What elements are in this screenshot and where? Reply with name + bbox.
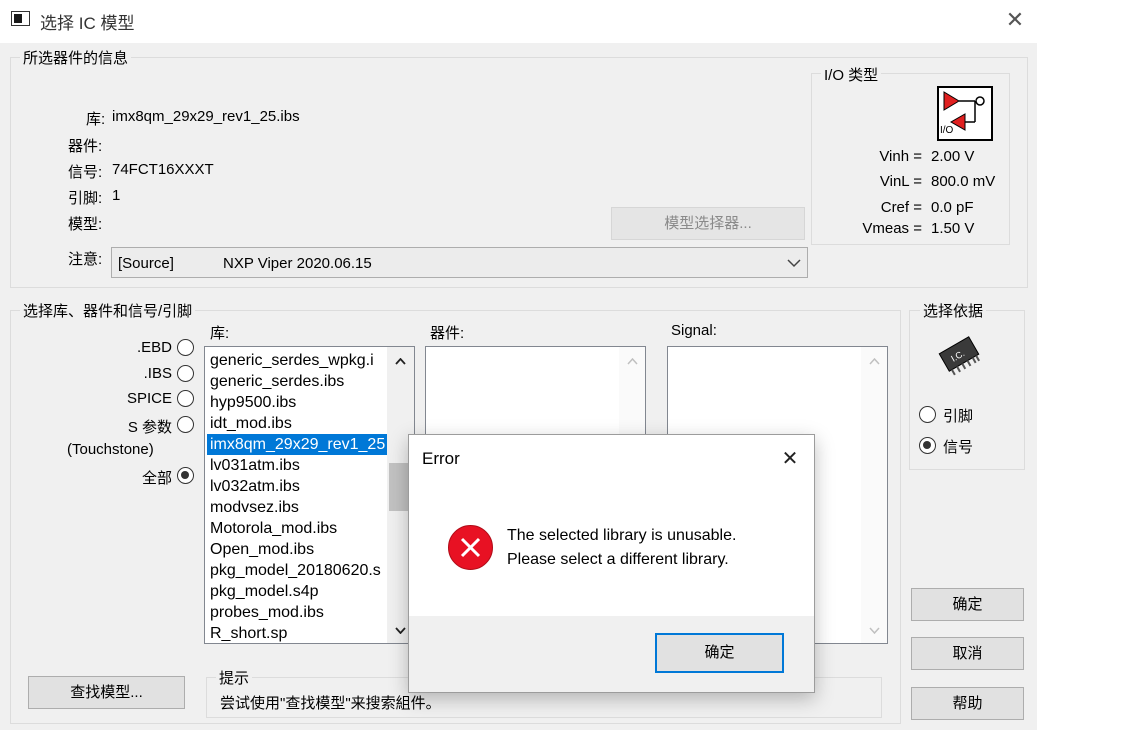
io-icon-label: I/O [940, 125, 954, 136]
list-item[interactable]: probes_mod.ibs [210, 602, 324, 623]
ok-button[interactable]: 确定 [911, 588, 1024, 621]
note-label: 注意: [68, 251, 103, 268]
device-label: 器件: [68, 138, 103, 155]
find-model-button[interactable]: 查找模型... [28, 676, 185, 709]
signal-scrollbar [861, 347, 887, 643]
pin-value: 1 [112, 187, 121, 204]
ic-chip-icon: I.C. [934, 329, 984, 379]
help-button[interactable]: 帮助 [911, 687, 1024, 720]
error-message-line2: Please select a different library. [507, 551, 729, 568]
cref-label: Cref = [880, 199, 922, 216]
select-library-legend: 选择库、器件和信号/引脚 [20, 300, 196, 321]
list-item[interactable]: modvsez.ibs [210, 497, 299, 518]
vinl-label: VinL = [879, 173, 922, 190]
library-list-header: 库: [210, 325, 230, 342]
signal-value: 74FCT16XXXT [112, 161, 214, 178]
vinh-value: 2.00 V [931, 148, 975, 165]
radio-select-by-pin[interactable] [919, 406, 936, 423]
io-type-legend: I/O 类型 [821, 64, 882, 85]
io-buffer-icon: I/O [937, 86, 993, 141]
error-dialog: Error ✕ The selected library is unusable… [408, 434, 815, 693]
list-item[interactable]: idt_mod.ibs [210, 413, 292, 434]
scroll-up-icon [869, 358, 880, 365]
radio-spice-label: SPICE [126, 390, 172, 407]
pin-label: 引脚: [68, 190, 103, 207]
list-item[interactable]: hyp9500.ibs [210, 392, 296, 413]
cref-value: 0.0 pF [931, 199, 974, 216]
device-list-header: 器件: [430, 325, 465, 342]
list-item[interactable]: lv032atm.ibs [210, 476, 300, 497]
radio-select-by-pin-label: 引脚 [943, 408, 974, 425]
note-dropdown[interactable]: [Source] NXP Viper 2020.06.15 [111, 247, 808, 278]
list-item[interactable]: Open_mod.ibs [210, 539, 314, 560]
scroll-down-icon [869, 627, 880, 634]
select-by-legend: 选择依据 [920, 300, 987, 321]
vmeas-label: Vmeas = [862, 220, 922, 237]
note-value: NXP Viper 2020.06.15 [223, 255, 372, 272]
radio-ebd[interactable] [177, 339, 194, 356]
radio-ibs[interactable] [177, 365, 194, 382]
list-item[interactable]: pkg_model_20180620.s [210, 560, 381, 581]
scroll-down-icon[interactable] [395, 627, 406, 634]
cancel-button[interactable]: 取消 [911, 637, 1024, 670]
radio-sparam-label: S 参数 [127, 419, 172, 436]
signal-list-header: Signal: [671, 322, 717, 339]
list-item[interactable]: lv031atm.ibs [210, 455, 300, 476]
model-label: 模型: [68, 216, 103, 233]
vmeas-value: 1.50 V [931, 220, 975, 237]
selected-info-legend: 所选器件的信息 [20, 47, 132, 68]
close-icon[interactable]: ✕ [775, 444, 805, 474]
list-item[interactable]: R_short.sp [210, 623, 287, 643]
radio-all[interactable] [177, 467, 194, 484]
error-dialog-title: Error [422, 449, 460, 468]
hint-text: 尝试使用"查找模型"来搜索組件。 [220, 695, 441, 712]
vinh-label: Vinh = [879, 148, 922, 165]
chevron-down-icon [787, 259, 801, 268]
list-item[interactable]: generic_serdes_wpkg.i [210, 350, 374, 371]
scroll-up-icon[interactable] [395, 358, 406, 365]
radio-select-by-signal-label: 信号 [943, 439, 974, 456]
error-icon [448, 525, 493, 570]
error-ok-button[interactable]: 确定 [655, 633, 784, 673]
title-bar: 选择 IC 模型 ✕ [0, 0, 1037, 43]
library-list[interactable]: generic_serdes_wpkg.i generic_serdes.ibs… [204, 346, 415, 644]
list-item[interactable]: Motorola_mod.ibs [210, 518, 337, 539]
touchstone-label: (Touchstone) [67, 441, 154, 458]
model-selector-button[interactable]: 模型选择器... [611, 207, 805, 240]
radio-ibs-label: .IBS [143, 365, 172, 382]
scroll-up-icon [627, 358, 638, 365]
close-icon[interactable]: ✕ [1000, 6, 1030, 34]
error-dialog-footer: 确定 [409, 616, 814, 692]
error-message-line1: The selected library is unusable. [507, 527, 737, 544]
radio-sparam[interactable] [177, 416, 194, 433]
note-source: [Source] [118, 255, 174, 272]
radio-ebd-label: .EBD [136, 339, 172, 356]
window-icon [11, 11, 30, 26]
list-item[interactable]: generic_serdes.ibs [210, 371, 344, 392]
radio-all-label: 全部 [141, 470, 172, 487]
hint-legend: 提示 [216, 667, 253, 688]
scroll-thumb[interactable] [389, 463, 410, 511]
library-label: 库: [86, 111, 106, 128]
vinl-value: 800.0 mV [931, 173, 996, 190]
window-title: 选择 IC 模型 [40, 14, 135, 33]
radio-spice[interactable] [177, 390, 194, 407]
library-value: imx8qm_29x29_rev1_25.ibs [112, 108, 300, 125]
list-item[interactable]: pkg_model.s4p [210, 581, 319, 602]
list-item-selected[interactable]: imx8qm_29x29_rev1_25 [207, 434, 387, 455]
radio-select-by-signal[interactable] [919, 437, 936, 454]
signal-label: 信号: [68, 164, 103, 181]
